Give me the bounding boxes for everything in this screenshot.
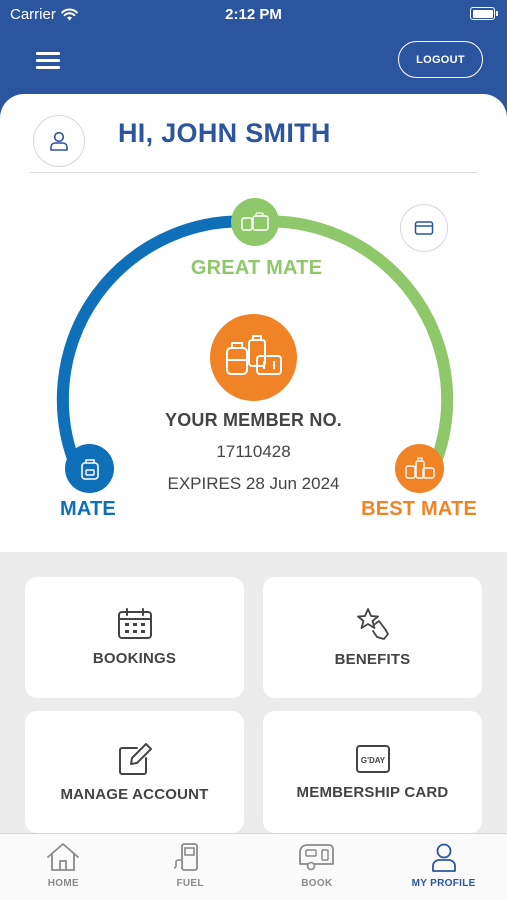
mate-badge xyxy=(65,444,114,493)
luggage-set-icon xyxy=(225,334,282,375)
logout-button[interactable]: LOGOUT xyxy=(398,41,483,78)
calendar-icon xyxy=(117,608,152,639)
star-hand-icon xyxy=(356,608,389,640)
member-tier-emblem xyxy=(210,314,297,401)
battery-icon xyxy=(470,7,498,20)
member-card-button[interactable] xyxy=(400,204,448,252)
luggage-icon xyxy=(404,456,435,479)
manage-account-tile[interactable]: MANAGE ACCOUNT xyxy=(25,711,244,833)
profile-card: HI, JOHN SMITH GREAT MATE YOUR MEMBER NO… xyxy=(0,94,507,552)
caravan-icon xyxy=(298,844,334,871)
tab-fuel[interactable]: FUEL xyxy=(127,834,254,900)
tier-label-best-mate: BEST MATE xyxy=(361,498,477,520)
tab-book[interactable]: BOOK xyxy=(254,834,381,900)
clock: 2:12 PM xyxy=(225,6,282,23)
fuel-pump-icon xyxy=(173,843,199,871)
bottom-tab-bar: HOME FUEL BOOK MY PROFILE xyxy=(0,833,507,900)
manage-account-label: MANAGE ACCOUNT xyxy=(60,785,209,803)
membership-card-label: MEMBERSHIP CARD xyxy=(296,783,449,801)
credit-card-icon xyxy=(414,221,434,235)
member-number-heading: YOUR MEMBER NO. xyxy=(164,410,342,430)
tab-home[interactable]: HOME xyxy=(0,834,127,900)
hamburger-menu-icon[interactable] xyxy=(36,50,62,70)
bookings-tile[interactable]: BOOKINGS xyxy=(25,577,244,698)
membership-card-icon: G'DAY xyxy=(355,744,390,773)
tab-fuel-label: FUEL xyxy=(176,878,204,889)
tab-home-label: HOME xyxy=(47,878,79,889)
benefits-label: BENEFITS xyxy=(334,651,411,668)
bookings-label: BOOKINGS xyxy=(92,650,177,667)
benefits-tile[interactable]: BENEFITS xyxy=(263,577,482,698)
user-icon xyxy=(431,843,456,872)
tab-book-label: BOOK xyxy=(301,878,333,889)
status-bar: Carrier 2:12 PM xyxy=(0,0,507,28)
home-icon xyxy=(47,843,80,871)
tab-my-profile[interactable]: MY PROFILE xyxy=(380,834,507,900)
luggage-icon xyxy=(241,212,269,231)
backpack-icon xyxy=(80,458,99,480)
membership-card-tile[interactable]: G'DAY MEMBERSHIP CARD xyxy=(263,711,482,833)
tab-my-profile-label: MY PROFILE xyxy=(411,878,476,889)
gday-icon-text: G'DAY xyxy=(360,756,385,765)
edit-icon xyxy=(118,742,152,775)
great-mate-badge xyxy=(231,198,279,246)
tier-label-great-mate: GREAT MATE xyxy=(190,257,323,279)
tier-label-mate: MATE xyxy=(60,498,116,520)
best-mate-badge xyxy=(395,444,444,493)
